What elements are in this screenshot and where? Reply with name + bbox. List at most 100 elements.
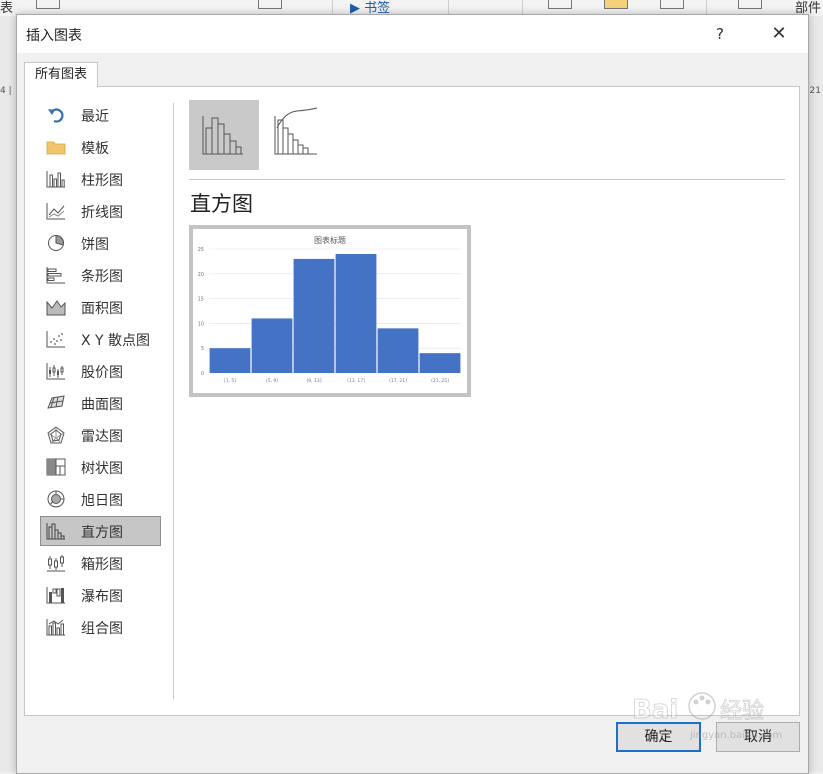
treemap-chart-icon xyxy=(46,458,66,476)
histogram-bar xyxy=(377,328,419,373)
pareto-subtype-icon xyxy=(274,107,318,155)
y-tick-label: 10 xyxy=(198,321,204,327)
ribbon-icon xyxy=(548,0,572,9)
ribbon-icon xyxy=(258,0,282,9)
box-whisker-chart-icon xyxy=(47,555,65,572)
x-bin-label: (17, 21] xyxy=(389,378,407,384)
surface-chart-icon xyxy=(47,395,65,409)
x-bin-label: [1, 5] xyxy=(224,378,236,384)
ruler-fragment-right: 21 xyxy=(809,86,821,96)
cancel-button[interactable]: 取消 xyxy=(716,722,800,752)
line-chart-icon xyxy=(46,203,65,220)
sidebar-item-label: 股价图 xyxy=(81,365,123,381)
sidebar-item-radar[interactable]: 雷达图 xyxy=(40,420,161,450)
sidebar-item-bar[interactable]: 条形图 xyxy=(40,260,161,290)
sidebar-item-scatter[interactable]: X Y 散点图 xyxy=(40,324,161,354)
sidebar-item-label: 雷达图 xyxy=(81,429,123,445)
chart-title: 图表标题 xyxy=(314,235,346,245)
sidebar-item-box-whisker[interactable]: 箱形图 xyxy=(40,548,161,578)
histogram-bar xyxy=(209,348,251,373)
insert-chart-dialog: 插入图表 ? ✕ 所有图表 最近 模板 柱形图 折线图 饼图 条形图 面积图 X… xyxy=(16,14,809,774)
sidebar-item-pie[interactable]: 饼图 xyxy=(40,228,161,258)
sidebar-item-waterfall[interactable]: 瀑布图 xyxy=(40,580,161,610)
sidebar-item-label: 树状图 xyxy=(81,461,123,477)
x-bin-label: (21, 25] xyxy=(431,378,449,384)
ribbon-icon xyxy=(660,0,684,9)
sidebar-item-surface[interactable]: 曲面图 xyxy=(40,388,161,418)
close-button[interactable]: ✕ xyxy=(762,19,796,49)
sidebar-item-label: 曲面图 xyxy=(81,397,123,413)
dialog-title: 插入图表 xyxy=(26,28,82,44)
sidebar-item-label: 模板 xyxy=(81,141,109,157)
histogram-bar xyxy=(293,258,335,373)
sunburst-chart-icon xyxy=(47,490,65,508)
ruler-fragment-left: 4 | xyxy=(0,86,12,96)
y-tick-label: 15 xyxy=(198,297,204,303)
histogram-bar xyxy=(251,318,293,373)
sidebar-item-histogram[interactable]: 直方图 xyxy=(40,516,161,546)
sidebar-item-treemap[interactable]: 树状图 xyxy=(40,452,161,482)
undo-arrow-icon xyxy=(48,108,64,123)
chart-type-heading: 直方图 xyxy=(190,192,253,216)
panel-divider xyxy=(173,103,174,699)
y-tick-label: 25 xyxy=(198,247,204,253)
sidebar-item-label: 面积图 xyxy=(81,301,123,317)
x-bin-label: (9, 13] xyxy=(307,378,322,384)
area-chart-icon xyxy=(46,300,66,316)
sidebar-item-label: 柱形图 xyxy=(81,173,123,189)
sidebar-item-templates[interactable]: 模板 xyxy=(40,132,161,162)
y-tick-label: 20 xyxy=(198,272,204,278)
folder-icon xyxy=(46,141,66,155)
histogram-preview-chart: 图表标题 0 5 10 15 20 25 [1, 5] (5, 9] (9, 13] (13, 1… xyxy=(198,235,461,384)
sidebar-item-combo[interactable]: 组合图 xyxy=(40,612,161,642)
ribbon-fragment-left: 表 xyxy=(0,1,14,16)
sidebar-item-line[interactable]: 折线图 xyxy=(40,196,161,226)
sidebar-item-label: 条形图 xyxy=(81,269,123,285)
ribbon-icon xyxy=(604,0,628,9)
sidebar-item-label: 饼图 xyxy=(81,237,109,253)
sidebar-item-area[interactable]: 面积图 xyxy=(40,292,161,322)
chart-panel: 最近 模板 柱形图 折线图 饼图 条形图 面积图 X Y 散点图 股价图 曲面图… xyxy=(24,86,800,716)
histogram-chart-icon xyxy=(46,523,65,540)
x-bin-label: (13, 17] xyxy=(347,378,365,384)
subtype-divider xyxy=(189,179,785,180)
ribbon-icon xyxy=(738,0,762,9)
help-button[interactable]: ? xyxy=(710,23,730,45)
subtype-histogram[interactable] xyxy=(189,100,259,170)
stock-chart-icon xyxy=(46,363,65,380)
ribbon-icon xyxy=(36,0,60,9)
ok-button[interactable]: 确定 xyxy=(616,722,701,752)
y-tick-label: 5 xyxy=(201,346,204,352)
sidebar-item-label: 最近 xyxy=(81,109,109,125)
subtype-pareto[interactable] xyxy=(271,100,319,170)
sidebar-item-recent[interactable]: 最近 xyxy=(40,100,161,130)
histogram-subtype-icon xyxy=(202,116,243,155)
sidebar-item-label: X Y 散点图 xyxy=(81,333,151,349)
sidebar-item-column[interactable]: 柱形图 xyxy=(40,164,161,194)
scatter-chart-icon xyxy=(46,331,65,348)
column-chart-icon xyxy=(46,171,65,188)
chart-type-list: 最近 模板 柱形图 折线图 饼图 条形图 面积图 X Y 散点图 股价图 曲面图… xyxy=(40,100,161,644)
histogram-bar xyxy=(335,253,377,373)
sidebar-item-label: 直方图 xyxy=(81,525,123,541)
dialog-titlebar: 插入图表 ? ✕ xyxy=(17,15,808,53)
x-bin-label: (5, 9] xyxy=(266,378,278,384)
waterfall-chart-icon xyxy=(46,587,65,604)
sidebar-item-label: 折线图 xyxy=(81,205,123,221)
combo-chart-icon xyxy=(46,619,65,636)
sidebar-item-sunburst[interactable]: 旭日图 xyxy=(40,484,161,514)
background-document-left xyxy=(0,16,16,772)
chart-preview[interactable]: 图表标题 0 5 10 15 20 25 [1, 5] (5, 9] (9, 13] (13, 1… xyxy=(189,225,471,397)
sidebar-item-label: 旭日图 xyxy=(81,493,123,509)
y-tick-label: 0 xyxy=(201,371,204,377)
sidebar-item-label: 组合图 xyxy=(81,621,123,637)
sidebar-item-label: 箱形图 xyxy=(81,557,123,573)
radar-chart-icon xyxy=(47,426,65,444)
sidebar-item-stock[interactable]: 股价图 xyxy=(40,356,161,386)
pie-chart-icon xyxy=(48,234,64,251)
histogram-bar xyxy=(419,353,461,373)
sidebar-item-label: 瀑布图 xyxy=(81,589,123,605)
bar-chart-icon xyxy=(46,267,65,284)
tab-all-charts[interactable]: 所有图表 xyxy=(24,62,98,87)
background-document-right xyxy=(808,16,823,772)
